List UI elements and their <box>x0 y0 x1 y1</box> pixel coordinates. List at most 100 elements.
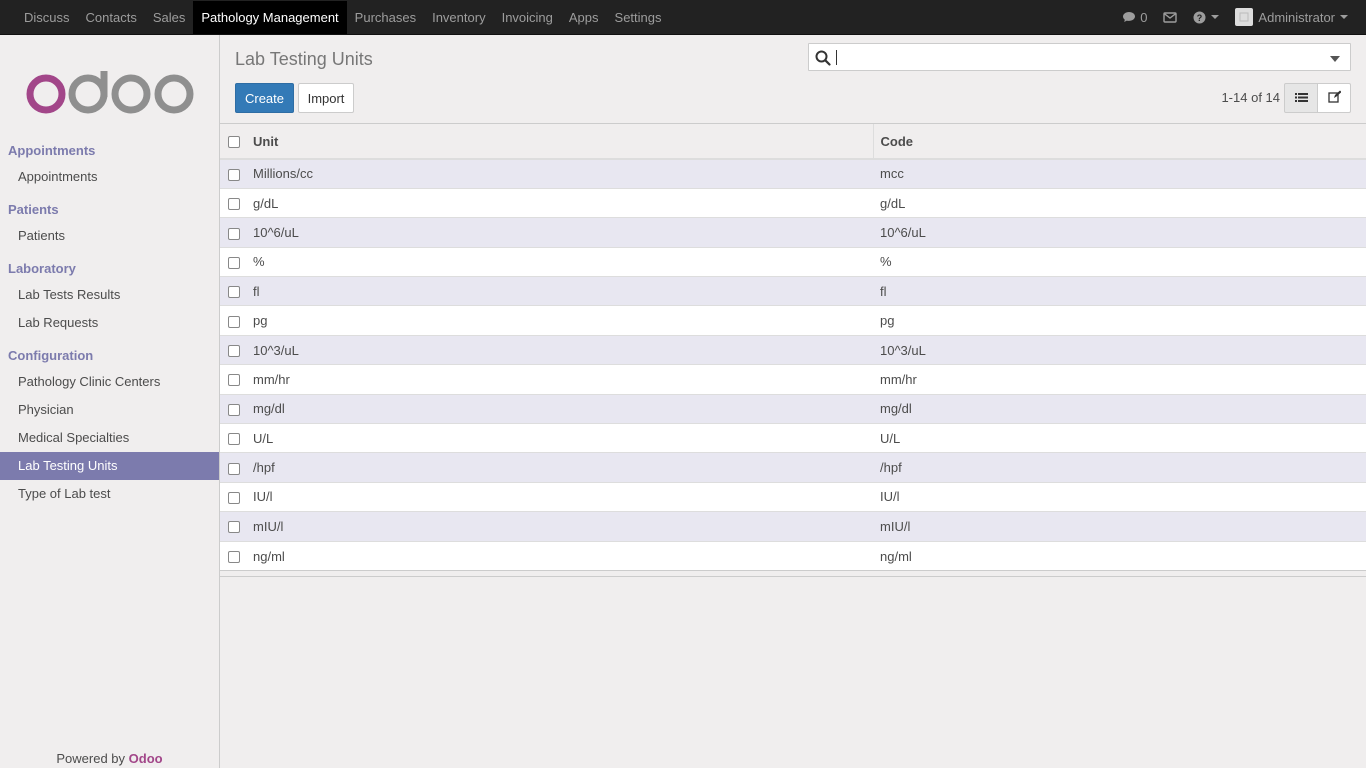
create-button[interactable]: Create <box>235 83 294 113</box>
list-icon <box>1294 91 1308 106</box>
sidebar-item-lab-requests[interactable]: Lab Requests <box>0 309 219 337</box>
table-row[interactable]: U/L U/L <box>220 423 1366 453</box>
sidebar-item-medical-specialties[interactable]: Medical Specialties <box>0 424 219 452</box>
table-row[interactable]: fl fl <box>220 276 1366 306</box>
code-cell: fl <box>873 276 1366 306</box>
form-view-button[interactable] <box>1317 83 1351 113</box>
unit-cell: mm/hr <box>246 364 873 395</box>
row-checkbox[interactable] <box>228 374 240 387</box>
row-checkbox[interactable] <box>228 256 240 269</box>
list-view-button[interactable] <box>1284 83 1318 113</box>
unit-cell: 10^6/uL <box>246 217 873 248</box>
top-menu-item-pathology-management[interactable]: Pathology Management <box>193 1 347 34</box>
row-checkbox[interactable] <box>228 315 240 328</box>
row-checkbox[interactable] <box>228 345 240 358</box>
row-select-cell <box>220 187 246 218</box>
top-menu-item-discuss[interactable]: Discuss <box>16 1 78 34</box>
table-row[interactable]: mg/dl mg/dl <box>220 393 1366 424</box>
code-cell: pg <box>873 305 1366 336</box>
column-header-unit[interactable]: Unit <box>246 124 874 160</box>
list-table: Unit Code Millions/cc mcc g/dL g/dL 10^6/uL 1… <box>220 123 1366 578</box>
table-row[interactable]: mIU/l mIU/l <box>220 511 1366 542</box>
table-row[interactable]: 10^3/uL 10^3/uL <box>220 334 1366 365</box>
row-checkbox[interactable] <box>228 198 240 211</box>
topbar-systray: 0 ? Administrator <box>1114 0 1366 34</box>
row-checkbox[interactable] <box>228 521 240 534</box>
unit-cell: fl <box>246 276 873 306</box>
top-menu-item-inventory[interactable]: Inventory <box>424 1 493 34</box>
sidebar-item-type-of-lab-test[interactable]: Type of Lab test <box>0 480 219 508</box>
sidebar-item-lab-tests-results[interactable]: Lab Tests Results <box>0 281 219 309</box>
row-select-cell <box>220 334 246 365</box>
table-row[interactable]: g/dL g/dL <box>220 187 1366 218</box>
top-menu-item-purchases[interactable]: Purchases <box>347 1 424 34</box>
search-options-toggle[interactable] <box>1330 56 1340 62</box>
top-menu-item-invoicing[interactable]: Invoicing <box>494 1 561 34</box>
page-title: Lab Testing Units <box>235 49 373 69</box>
sidebar-menu: Appointments Appointments Patients Patients… <box>0 139 219 508</box>
row-checkbox[interactable] <box>228 403 240 416</box>
help-icon: ? <box>1193 11 1206 24</box>
table-row[interactable]: mm/hr mm/hr <box>220 364 1366 395</box>
select-all-checkbox[interactable] <box>228 136 240 149</box>
top-menu-item-sales[interactable]: Sales <box>145 1 194 34</box>
top-menu-item-settings[interactable]: Settings <box>607 1 670 34</box>
messages-indicator[interactable]: 0 <box>1114 1 1155 34</box>
row-checkbox[interactable] <box>228 462 240 475</box>
search-input[interactable] <box>808 43 1351 71</box>
table-row[interactable]: IU/l IU/l <box>220 481 1366 512</box>
unit-cell: 10^3/uL <box>246 334 873 365</box>
unit-cell: Millions/cc <box>246 158 873 189</box>
pager-value[interactable]: 1-14 of 14 <box>1221 90 1280 105</box>
row-select-cell <box>220 276 246 306</box>
select-all-cell <box>220 124 246 160</box>
odoo-logo[interactable] <box>26 71 194 118</box>
user-menu[interactable]: Administrator <box>1227 1 1356 34</box>
sidebar-item-lab-testing-units[interactable]: Lab Testing Units <box>0 452 219 480</box>
sidebar-item-patients[interactable]: Patients <box>0 222 219 250</box>
unit-cell: mIU/l <box>246 511 873 542</box>
top-menu-item-apps[interactable]: Apps <box>561 1 607 34</box>
table-header-row: Unit Code <box>220 124 1366 160</box>
code-cell: % <box>873 246 1366 277</box>
row-checkbox[interactable] <box>228 551 240 564</box>
search-icon <box>815 50 831 69</box>
unit-cell: U/L <box>246 423 873 453</box>
row-select-cell <box>220 217 246 248</box>
mail-button[interactable] <box>1155 1 1185 34</box>
table-row[interactable]: /hpf/hpf <box>220 452 1366 483</box>
table-row[interactable]: ng/ml ng/ml <box>220 540 1366 571</box>
import-button[interactable]: Import <box>298 83 354 113</box>
sidebar: Appointments Appointments Patients Patients… <box>0 35 220 768</box>
table-row[interactable]: Millions/cc mcc <box>220 158 1366 189</box>
user-name: Administrator <box>1258 9 1335 25</box>
table-row[interactable]: pg pg <box>220 305 1366 336</box>
table-row[interactable]: %% <box>220 246 1366 277</box>
avatar <box>1235 8 1254 26</box>
svg-text:?: ? <box>1197 13 1203 23</box>
sidebar-item-pathology-clinic-centers[interactable]: Pathology Clinic Centers <box>0 368 219 396</box>
column-header-code[interactable]: Code <box>873 124 1366 160</box>
sidebar-item-physician[interactable]: Physician <box>0 396 219 424</box>
sidebar-item-appointments[interactable]: Appointments <box>0 163 219 191</box>
row-select-cell <box>220 481 246 512</box>
row-checkbox[interactable] <box>228 492 240 505</box>
code-cell: IU/l <box>873 481 1366 512</box>
top-navbar: Discuss Contacts Sales Pathology Management… <box>0 0 1366 35</box>
messages-count: 0 <box>1140 9 1148 25</box>
row-checkbox[interactable] <box>228 433 240 446</box>
code-cell: ng/ml <box>873 540 1366 571</box>
code-cell: mm/hr <box>873 364 1366 395</box>
help-menu[interactable]: ? <box>1185 1 1227 34</box>
row-select-cell <box>220 511 246 542</box>
row-checkbox[interactable] <box>228 227 240 240</box>
row-checkbox[interactable] <box>228 169 240 181</box>
odoo-link[interactable]: Odoo <box>129 751 163 766</box>
unit-cell: g/dL <box>246 187 873 218</box>
row-checkbox[interactable] <box>228 286 240 299</box>
top-menu-item-contacts[interactable]: Contacts <box>78 1 145 34</box>
row-select-cell <box>220 540 246 571</box>
sidebar-section-laboratory: Laboratory <box>8 261 76 276</box>
table-row[interactable]: 10^6/uL 10^6/uL <box>220 217 1366 248</box>
envelope-icon <box>1163 11 1178 23</box>
